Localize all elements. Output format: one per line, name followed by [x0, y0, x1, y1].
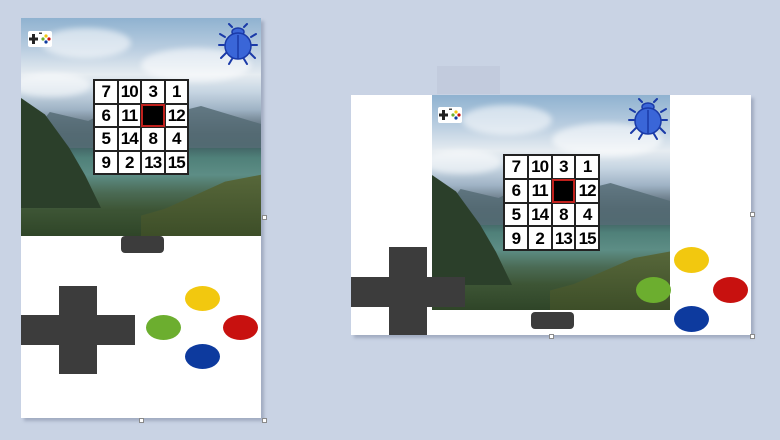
puzzle-tile[interactable]: 2 [527, 226, 552, 250]
cloud [432, 150, 502, 174]
puzzle-tile[interactable]: 15 [575, 226, 599, 250]
puzzle-tile[interactable]: 9 [94, 150, 118, 174]
puzzle-board: 7 10 3 1 6 11 12 5 14 8 4 9 2 13 15 [503, 154, 600, 251]
puzzle-tile[interactable]: 6 [504, 178, 528, 203]
landscape-device: 7 10 3 1 6 11 12 5 14 8 4 9 2 13 15 [351, 95, 751, 335]
cliff [432, 175, 512, 285]
select-button[interactable] [121, 236, 164, 253]
empty-tile [551, 178, 576, 203]
grass [141, 174, 261, 236]
puzzle-tile[interactable]: 9 [504, 226, 528, 250]
puzzle-tile[interactable]: 11 [117, 103, 141, 127]
cloud [462, 105, 552, 135]
puzzle-tile[interactable]: 1 [575, 155, 599, 179]
portrait-device: 7 10 3 1 6 11 12 5 14 8 4 9 2 13 15 [21, 18, 261, 418]
puzzle-tile[interactable]: 8 [551, 202, 576, 227]
puzzle-tile[interactable]: 8 [141, 127, 165, 151]
resize-handle[interactable] [549, 334, 554, 339]
puzzle-tile[interactable]: 11 [527, 178, 552, 203]
yellow-button[interactable] [185, 286, 220, 311]
cloud [41, 28, 131, 58]
puzzle-tile[interactable]: 4 [575, 202, 599, 227]
yellow-button[interactable] [674, 247, 709, 273]
puzzle-tile[interactable]: 7 [94, 80, 118, 104]
puzzle-tile[interactable]: 6 [94, 103, 118, 127]
bug-icon[interactable] [628, 98, 668, 140]
portrait-screen: 7 10 3 1 6 11 12 5 14 8 4 9 2 13 15 [21, 18, 261, 236]
gamepad-icon[interactable] [28, 31, 52, 47]
green-button[interactable] [146, 315, 181, 340]
puzzle-tile[interactable]: 12 [575, 178, 599, 203]
puzzle-tile[interactable]: 14 [527, 202, 552, 227]
puzzle-tile[interactable]: 3 [141, 80, 165, 104]
bug-icon[interactable] [218, 23, 258, 65]
red-button[interactable] [713, 277, 748, 303]
resize-handle[interactable] [262, 418, 267, 423]
gamepad-icon[interactable] [438, 107, 462, 123]
puzzle-tile[interactable]: 1 [164, 80, 188, 104]
blue-button[interactable] [185, 344, 220, 369]
empty-tile [141, 103, 165, 127]
dpad-vertical[interactable] [59, 286, 97, 374]
puzzle-board: 7 10 3 1 6 11 12 5 14 8 4 9 2 13 15 [93, 79, 189, 175]
puzzle-tile[interactable]: 5 [504, 202, 528, 227]
blue-button[interactable] [674, 306, 709, 332]
puzzle-tile[interactable]: 2 [117, 150, 141, 174]
cliff [21, 98, 101, 208]
resize-handle[interactable] [139, 418, 144, 423]
puzzle-tile[interactable]: 7 [504, 155, 528, 179]
resize-handle[interactable] [750, 212, 755, 217]
puzzle-tile[interactable]: 13 [141, 150, 165, 174]
landscape-shadow [437, 66, 500, 94]
dpad-vertical[interactable] [389, 247, 427, 335]
puzzle-tile[interactable]: 12 [164, 103, 188, 127]
cloud [21, 73, 91, 97]
puzzle-tile[interactable]: 15 [164, 150, 188, 174]
puzzle-tile[interactable]: 10 [117, 80, 141, 104]
puzzle-tile[interactable]: 13 [551, 226, 576, 250]
red-button[interactable] [223, 315, 258, 340]
puzzle-tile[interactable]: 5 [94, 127, 118, 151]
select-button[interactable] [531, 312, 574, 329]
puzzle-tile[interactable]: 14 [117, 127, 141, 151]
resize-handle[interactable] [262, 215, 267, 220]
puzzle-tile[interactable]: 3 [551, 155, 576, 179]
puzzle-tile[interactable]: 10 [527, 155, 552, 179]
landscape-screen: 7 10 3 1 6 11 12 5 14 8 4 9 2 13 15 [432, 95, 670, 310]
green-button[interactable] [636, 277, 671, 303]
puzzle-tile[interactable]: 4 [164, 127, 188, 151]
resize-handle[interactable] [750, 334, 755, 339]
